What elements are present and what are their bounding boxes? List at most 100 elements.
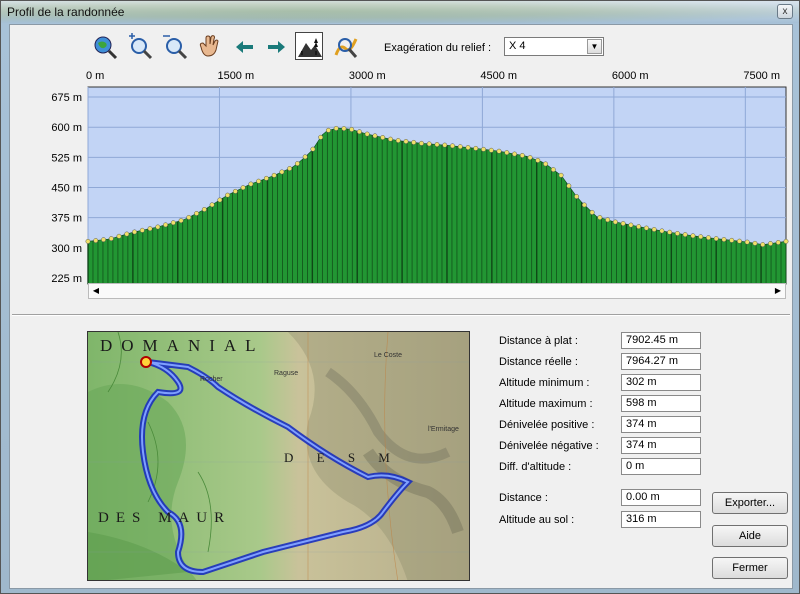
- profile-point: [752, 240, 758, 246]
- stat-value: 0 m: [621, 458, 701, 475]
- profile-point: [426, 141, 432, 147]
- profile-point: [217, 197, 223, 203]
- profile-point: [496, 148, 502, 154]
- zoom-in-icon[interactable]: [126, 33, 154, 61]
- profile-point: [263, 175, 269, 181]
- relief-exaggeration-select[interactable]: X 4 ▼: [504, 37, 604, 56]
- profile-point: [558, 172, 564, 178]
- profile-point: [597, 215, 603, 220]
- profile-point: [294, 161, 300, 167]
- profile-point: [287, 166, 293, 171]
- close-button[interactable]: Fermer: [712, 557, 788, 579]
- profile-point: [543, 161, 549, 167]
- scroll-right-icon[interactable]: ▶: [771, 284, 785, 298]
- stat-value: 7902.45 m: [621, 332, 701, 349]
- profile-point: [737, 238, 742, 244]
- map-label-domanial: DOMANIAL: [100, 336, 265, 355]
- profile-point: [636, 224, 642, 230]
- profile-point: [279, 169, 285, 175]
- stat-label: Altitude minimum :: [499, 377, 590, 389]
- elevation-profile-chart[interactable]: 0 m 1500 m 3000 m 4500 m 6000 m 7500 m 675 m 60…: [10, 65, 794, 285]
- profile-point: [783, 238, 789, 244]
- profile-point: [744, 239, 750, 245]
- profile-point: [550, 167, 556, 173]
- close-window-button[interactable]: x: [777, 4, 793, 19]
- profile-point: [411, 139, 417, 145]
- profile-point: [620, 221, 626, 226]
- profile-x-tick-label: 4500 m: [480, 70, 517, 82]
- profile-point: [240, 185, 246, 191]
- cursor-value: 316 m: [621, 511, 701, 528]
- stat-value: 374 m: [621, 416, 701, 433]
- stat-label: Distance à plat :: [499, 335, 578, 347]
- profile-point: [504, 150, 510, 156]
- profile-point: [574, 194, 580, 199]
- relief-exaggeration-label: Exagération du relief :: [384, 42, 492, 54]
- arrow-right-icon[interactable]: [262, 33, 290, 61]
- profile-y-tick-label: 375 m: [51, 213, 82, 225]
- profile-point: [108, 236, 114, 242]
- profile-point: [256, 178, 262, 184]
- profile-point: [124, 231, 130, 237]
- profile-point: [442, 142, 448, 148]
- pan-hand-icon[interactable]: [196, 33, 224, 61]
- profile-point: [674, 230, 680, 236]
- profile-point: [116, 233, 122, 239]
- profile-point: [356, 129, 362, 135]
- profile-point: [628, 222, 634, 228]
- profile-point: [667, 229, 673, 235]
- profile-point: [325, 127, 331, 133]
- profile-point: [155, 224, 161, 230]
- profile-point: [341, 126, 347, 132]
- profile-point: [178, 218, 184, 224]
- profile-point: [705, 235, 711, 241]
- start-marker: [140, 356, 152, 368]
- relief-view-icon[interactable]: [295, 32, 323, 60]
- profile-point: [349, 126, 355, 132]
- profile-point: [612, 219, 618, 225]
- profile-point: [760, 242, 766, 248]
- zoom-out-icon[interactable]: [161, 33, 189, 61]
- profile-point: [682, 232, 688, 238]
- profile-point: [201, 206, 207, 212]
- trail-zoom-icon[interactable]: [332, 33, 360, 61]
- profile-point: [318, 134, 324, 140]
- chevron-down-icon[interactable]: ▼: [587, 39, 602, 54]
- profile-y-tick-label: 525 m: [51, 152, 82, 164]
- profile-point: [450, 143, 455, 149]
- zoom-globe-icon[interactable]: [91, 33, 119, 61]
- arrow-left-icon[interactable]: [231, 33, 259, 61]
- dialog-client-area: Exagération du relief : X 4 ▼ 0 m 1500 m 3…: [9, 24, 793, 589]
- profile-point: [85, 238, 91, 244]
- help-button[interactable]: Aide: [712, 525, 788, 547]
- cursor-label: Altitude au sol :: [499, 514, 575, 526]
- scroll-left-icon[interactable]: ◀: [89, 284, 103, 298]
- profile-point: [194, 210, 200, 216]
- stat-value: 374 m: [621, 437, 701, 454]
- relief-exaggeration-value: X 4: [509, 40, 526, 52]
- profile-point: [651, 227, 657, 232]
- export-button[interactable]: Exporter...: [712, 492, 788, 514]
- profile-point: [310, 146, 316, 152]
- profile-y-tick-label: 450 m: [51, 183, 82, 195]
- profile-x-tick-label: 3000 m: [349, 70, 386, 82]
- profile-point: [527, 155, 533, 161]
- profile-point: [519, 152, 525, 158]
- profile-point: [768, 241, 773, 246]
- profile-point: [93, 238, 99, 243]
- profile-point: [163, 222, 169, 228]
- profile-window: Profil de la randonnée x Exagération du …: [0, 0, 800, 594]
- profile-horizontal-scrollbar[interactable]: ◀ ▶: [88, 283, 786, 299]
- profile-point: [186, 214, 192, 220]
- stat-label: Dénivelée positive :: [499, 419, 595, 431]
- stat-label: Dénivelée négative :: [499, 440, 599, 452]
- title-bar[interactable]: Profil de la randonnée x: [1, 1, 799, 23]
- profile-point: [380, 135, 386, 140]
- profile-point: [643, 225, 649, 231]
- profile-point: [403, 138, 409, 144]
- route-map[interactable]: DOMANIAL DES MAUR D E S M Le Coste l'Erm…: [87, 331, 470, 581]
- profile-point: [457, 144, 463, 150]
- profile-point: [232, 188, 238, 194]
- profile-y-tick-label: 675 m: [51, 92, 82, 104]
- map-label-ermitage: l'Ermitage: [428, 426, 459, 433]
